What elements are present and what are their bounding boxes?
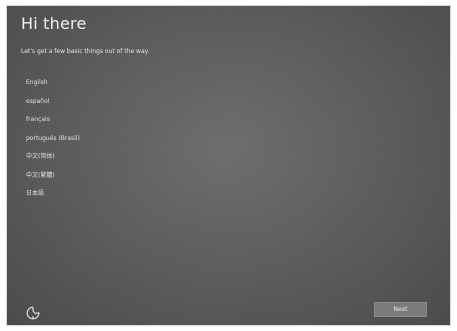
setup-screen: Hi there Let's get a few basic things ou… bbox=[7, 6, 450, 325]
next-button[interactable]: Next bbox=[374, 302, 427, 317]
page-title: Hi there bbox=[21, 14, 87, 33]
language-list: English español français português (Bras… bbox=[21, 74, 221, 204]
language-item-chinese-traditional[interactable]: 中文(繁體) bbox=[21, 167, 221, 186]
page-subtitle: Let's get a few basic things out of the … bbox=[21, 48, 150, 55]
language-item-french[interactable]: français bbox=[21, 111, 221, 130]
language-item-english[interactable]: English bbox=[21, 74, 221, 93]
language-item-japanese[interactable]: 日本語 bbox=[21, 185, 221, 204]
language-item-portuguese-brazil[interactable]: português (Brasil) bbox=[21, 130, 221, 149]
language-item-spanish[interactable]: español bbox=[21, 93, 221, 112]
language-item-chinese-simplified[interactable]: 中文(简体) bbox=[21, 148, 221, 167]
ease-of-access-icon[interactable] bbox=[25, 305, 41, 321]
